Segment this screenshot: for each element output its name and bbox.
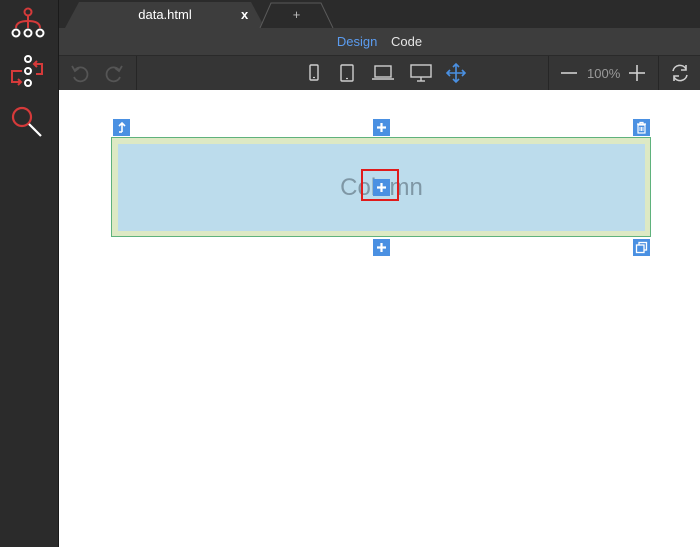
undo-icon[interactable]: [69, 62, 91, 84]
tab-close-button[interactable]: x: [241, 2, 248, 28]
trash-icon: [637, 121, 646, 134]
highlight-box: [361, 169, 399, 201]
left-sidebar: [0, 0, 59, 547]
copy-icon: [635, 241, 648, 254]
mode-bar: Design Code: [59, 28, 700, 55]
toolbar-divider: [658, 56, 659, 91]
zoom-out-icon[interactable]: [558, 62, 580, 84]
arrow-up-icon: [118, 121, 126, 133]
zoom-level: 100%: [587, 66, 621, 81]
tab-data-html[interactable]: data.html x: [65, 2, 265, 28]
laptop-view-icon[interactable]: [371, 62, 394, 84]
add-above-button[interactable]: [373, 119, 390, 136]
design-mode-tab[interactable]: Design: [337, 28, 377, 55]
refresh-icon[interactable]: [669, 62, 691, 84]
delete-button[interactable]: [633, 119, 650, 136]
search-icon[interactable]: [8, 103, 48, 143]
duplicate-button[interactable]: [633, 239, 650, 256]
move-icon[interactable]: [445, 62, 467, 84]
new-tab-label: +: [292, 7, 301, 22]
refactor-icon[interactable]: [8, 52, 48, 92]
plus-icon: [377, 123, 386, 132]
zoom-in-icon[interactable]: [626, 62, 648, 84]
toolbar-divider: [548, 56, 549, 91]
new-tab-button[interactable]: +: [259, 2, 334, 28]
tab-bar: data.html x +: [59, 0, 700, 28]
add-below-button[interactable]: [373, 239, 390, 256]
code-mode-tab[interactable]: Code: [391, 28, 422, 55]
redo-icon[interactable]: [103, 62, 125, 84]
tab-title: data.html: [138, 7, 192, 22]
phone-view-icon[interactable]: [303, 62, 325, 84]
plus-icon: [377, 243, 386, 252]
toolbar-divider: [136, 56, 137, 91]
toolbar: 100%: [59, 55, 700, 92]
desktop-view-icon[interactable]: [409, 62, 432, 84]
select-parent-button[interactable]: [113, 119, 130, 136]
tablet-view-icon[interactable]: [336, 62, 358, 84]
hierarchy-icon[interactable]: [8, 6, 48, 46]
